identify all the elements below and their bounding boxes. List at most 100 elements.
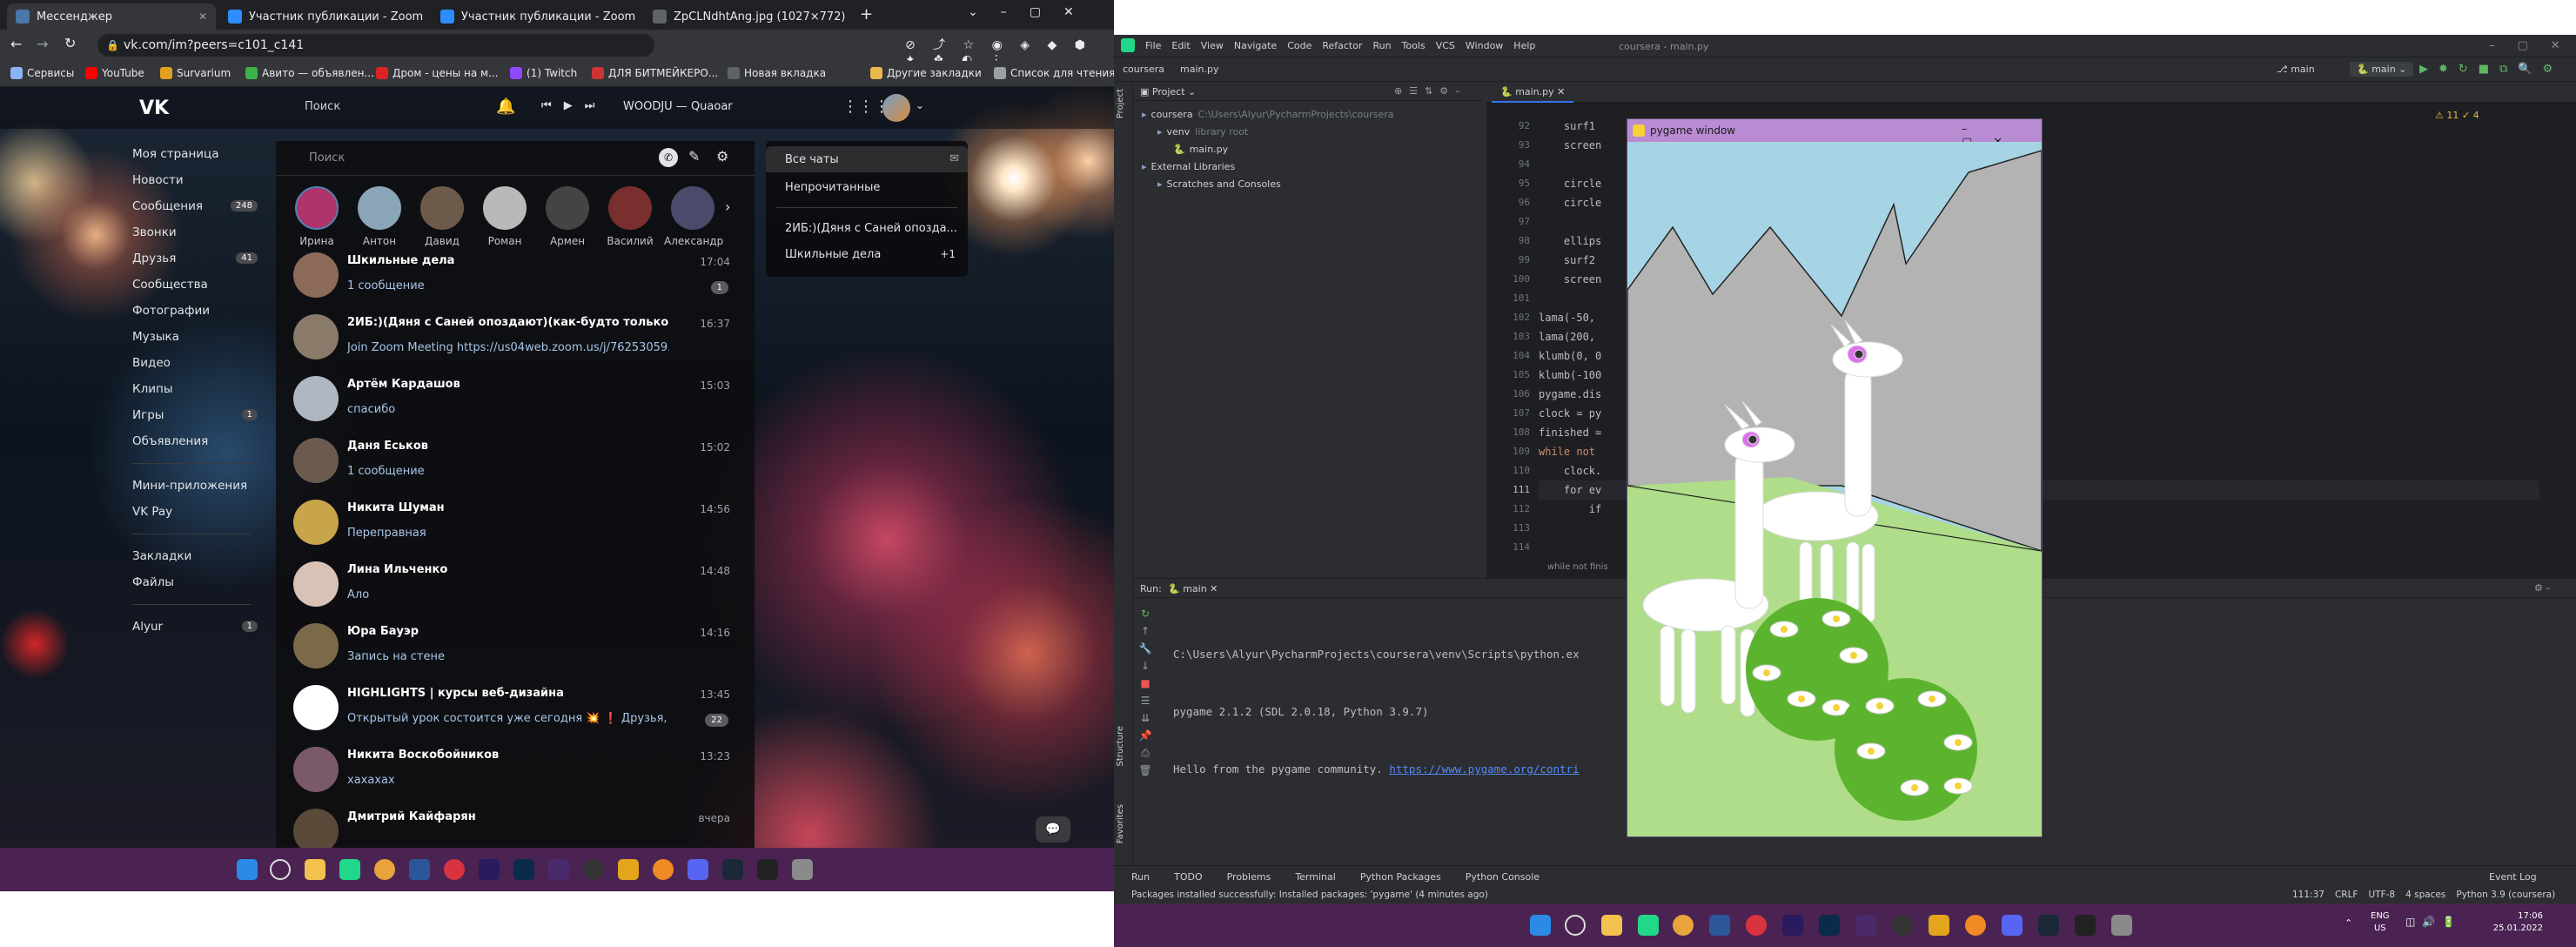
- run-config-select[interactable]: 🐍 main ⌄: [2350, 62, 2414, 77]
- tool-tab[interactable]: Terminal: [1295, 871, 1336, 883]
- vk-logo-icon[interactable]: VK: [139, 97, 169, 119]
- folder-shkilnye[interactable]: Шкильные дела +1: [766, 241, 968, 267]
- browser-tab-messenger[interactable]: Мессенджер ✕: [7, 3, 216, 30]
- editor-tab-main[interactable]: 🐍 main.py ✕: [1492, 82, 1574, 103]
- opera-icon[interactable]: [444, 859, 465, 880]
- chat-row[interactable]: 2ИБ:)(Дяня с Саней опоздают)(как-будто т…: [276, 306, 755, 367]
- menu-item[interactable]: Code: [1287, 40, 1311, 51]
- nav-communities[interactable]: Сообщества: [122, 272, 261, 298]
- tree-item[interactable]: ▸ coursera C:\Users\Alyur\PycharmProjects\…: [1133, 106, 1481, 124]
- bookmark-drom[interactable]: Дром - цены на м...: [376, 67, 499, 79]
- project-toolbar-icons[interactable]: ⊕☰⇅⚙–: [1394, 85, 1467, 97]
- steam-icon[interactable]: [2038, 915, 2059, 936]
- tool-tab[interactable]: Run: [1131, 871, 1150, 883]
- tree-item[interactable]: ▸ venv library root: [1133, 124, 1481, 141]
- favorites-tool-tab[interactable]: Favorites: [1116, 804, 1125, 843]
- nav-video[interactable]: Видео: [122, 350, 261, 376]
- clock[interactable]: 17:06 25.01.2022: [2491, 910, 2543, 935]
- print-icon[interactable]: ⎙: [1137, 744, 1154, 762]
- status-message[interactable]: Packages installed successfully: Install…: [1131, 890, 1488, 900]
- obs-icon[interactable]: [583, 859, 604, 880]
- chat-row[interactable]: Юра Бауэр Запись на стене 14:16: [276, 615, 755, 676]
- rerun-icon[interactable]: ↻: [1137, 605, 1154, 622]
- nav-news[interactable]: Новости: [122, 167, 261, 193]
- new-tab-button[interactable]: +: [860, 5, 873, 24]
- story-item[interactable]: Александр: [664, 186, 723, 247]
- premiere-icon[interactable]: [1782, 915, 1803, 936]
- run-tab-main[interactable]: 🐍 main ✕: [1168, 583, 1218, 594]
- word-icon[interactable]: [409, 859, 430, 880]
- pycharm-icon[interactable]: [1638, 915, 1659, 936]
- call-icon[interactable]: ✆: [659, 148, 678, 167]
- photoshop-icon[interactable]: [1819, 915, 1840, 936]
- status-widget[interactable]: UTF-8: [2368, 890, 2395, 900]
- window-controls[interactable]: ⌄–▢✕: [968, 5, 1097, 19]
- tree-item[interactable]: ▸ Scratches and Consoles: [1133, 176, 1481, 193]
- premiere-rush-icon[interactable]: [548, 859, 569, 880]
- run-toolbar-icons[interactable]: ▶✹↻■⧉🔍⚙: [2419, 63, 2563, 76]
- pygame-window[interactable]: pygame window –▢✕: [1627, 118, 2043, 837]
- notifications-bell-icon[interactable]: 🔔: [496, 97, 515, 116]
- menu-item[interactable]: VCS: [1436, 40, 1455, 51]
- pin-icon[interactable]: 📌: [1137, 727, 1154, 744]
- search-icon[interactable]: [1565, 915, 1586, 936]
- file-explorer-icon[interactable]: [1601, 915, 1622, 936]
- menu-item[interactable]: Edit: [1171, 40, 1190, 51]
- now-playing[interactable]: WOODJU — Quaoar: [623, 100, 733, 113]
- folder-unread[interactable]: Непрочитанные: [766, 174, 968, 200]
- app-icon[interactable]: [2111, 915, 2132, 936]
- story-item[interactable]: Антон: [351, 186, 408, 247]
- story-item[interactable]: Давид: [413, 186, 471, 247]
- chrome-icon[interactable]: [374, 859, 395, 880]
- file-explorer-icon[interactable]: [305, 859, 325, 880]
- console-output[interactable]: C:\Users\Alyur\PycharmProjects\coursera\…: [1173, 607, 1580, 817]
- project-dropdown[interactable]: ▣ Project ⌄: [1140, 86, 1196, 97]
- word-icon[interactable]: [1709, 915, 1730, 936]
- guard-icon[interactable]: [618, 859, 639, 880]
- guard-icon[interactable]: [1929, 915, 1949, 936]
- menu-item[interactable]: File: [1145, 40, 1161, 51]
- chrome-icon[interactable]: [1673, 915, 1694, 936]
- nav-ads[interactable]: Объявления: [122, 428, 261, 454]
- run-side-toolbar[interactable]: ↻ ↑ 🔧 ↓ ■ ☰ ⇊ 📌 ⎙ 🗑: [1137, 605, 1154, 779]
- breadcrumb-root[interactable]: coursera: [1123, 64, 1164, 75]
- windows-start-icon[interactable]: [1530, 915, 1551, 936]
- status-widget[interactable]: Python 3.9 (coursera): [2456, 890, 2555, 900]
- browser-tab-image[interactable]: ZpCLNdhtAng.jpg (1027×772) ✕: [644, 3, 853, 30]
- compose-icon[interactable]: ✎: [688, 148, 700, 165]
- bookmark-survarium[interactable]: Survarium: [160, 67, 231, 79]
- code-breadcrumb[interactable]: while not finis: [1547, 562, 1608, 572]
- chevron-right-icon[interactable]: ›: [725, 198, 730, 215]
- nav-mini-apps[interactable]: Мини-приложения: [122, 473, 261, 499]
- chat-row[interactable]: Дмитрий Кайфарян вчера: [276, 800, 755, 848]
- obs-icon[interactable]: [1892, 915, 1913, 936]
- event-log-tab[interactable]: Event Log: [2489, 871, 2537, 883]
- address-bar[interactable]: 🔒 vk.com/im?peers=c101_c141: [97, 34, 654, 57]
- chat-row[interactable]: HIGHLIGHTS | курсы веб-дизайна Открытый у…: [276, 676, 755, 738]
- tray-chevron-icon[interactable]: ⌃: [2345, 917, 2352, 929]
- firefox-icon[interactable]: [653, 859, 674, 880]
- bookmark-avito[interactable]: Авито — объявлен...: [245, 67, 374, 79]
- pycharm-icon[interactable]: [339, 859, 360, 880]
- player-controls-icon[interactable]: ⏮▶⏭: [541, 99, 607, 112]
- chat-row[interactable]: Даня Еськов 1 сообщение 15:02: [276, 429, 755, 491]
- bookmark-folder-other[interactable]: Другие закладки: [870, 67, 982, 79]
- epic-games-icon[interactable]: [2075, 915, 2096, 936]
- story-item[interactable]: Василий: [601, 186, 659, 247]
- tool-tab[interactable]: TODO: [1174, 871, 1203, 883]
- console-link[interactable]: https://www.pygame.org/contri: [1389, 762, 1579, 776]
- chat-row[interactable]: Лина Ильченко Ало 14:48: [276, 553, 755, 615]
- discord-icon[interactable]: [688, 859, 708, 880]
- tool-tab[interactable]: Problems: [1227, 871, 1271, 883]
- folder-2ib[interactable]: 2ИБ:)(Дяня с Саней опозда...: [766, 215, 968, 241]
- avatar[interactable]: [882, 94, 910, 122]
- chat-bubble-icon[interactable]: 💬: [1036, 816, 1070, 843]
- menu-item[interactable]: Window: [1466, 40, 1503, 51]
- down-icon[interactable]: ↓: [1137, 657, 1154, 675]
- browser-tab-zoom-1[interactable]: Участник публикации - Zoom✕: [219, 3, 428, 30]
- project-tool-tab[interactable]: Project: [1116, 89, 1125, 118]
- up-icon[interactable]: ↑: [1137, 622, 1154, 640]
- language-indicator[interactable]: ENG US: [2371, 910, 2390, 935]
- menu-item[interactable]: View: [1201, 40, 1224, 51]
- story-item[interactable]: Ирина: [288, 186, 345, 247]
